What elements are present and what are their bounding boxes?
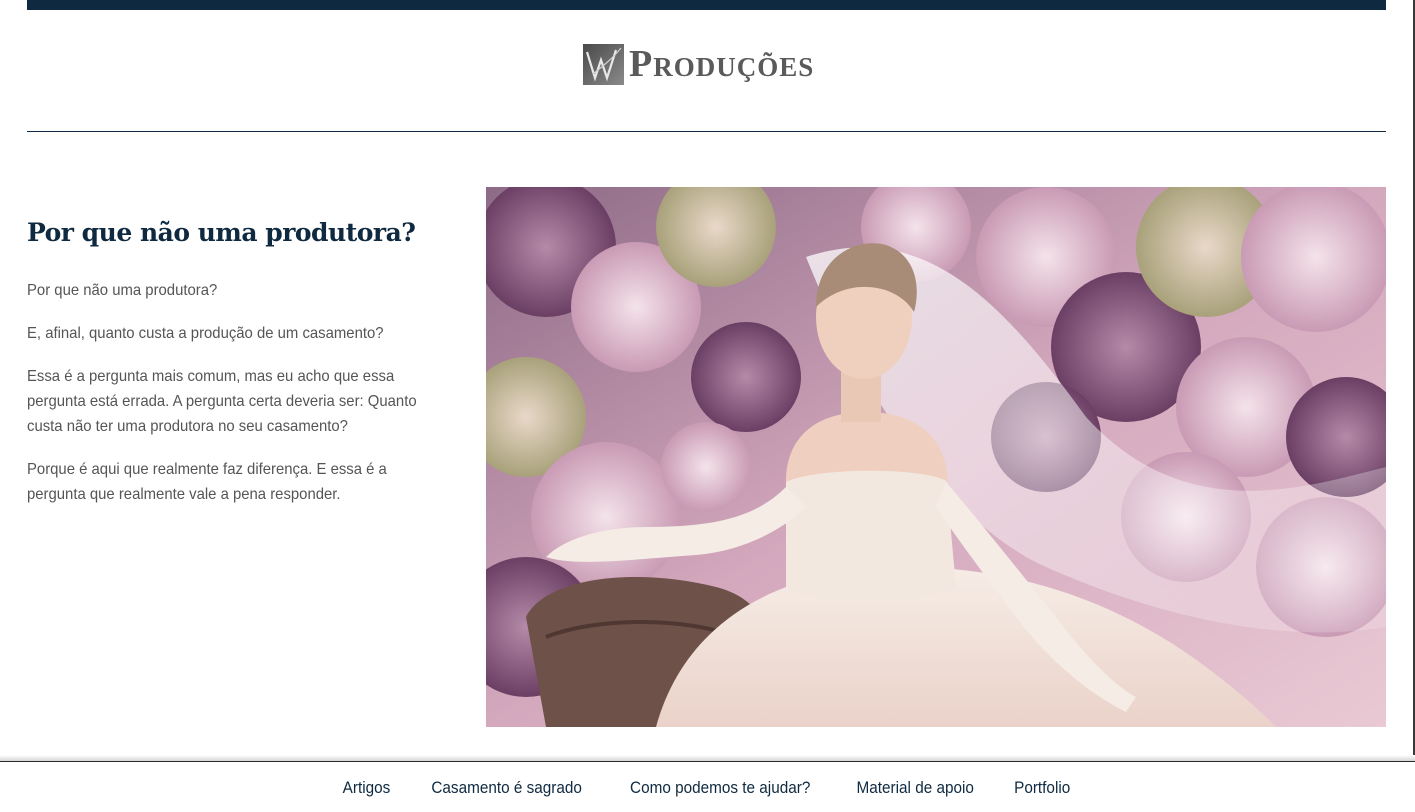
nav-link-portfolio[interactable]: Portfolio	[1000, 762, 1083, 812]
article-paragraph: E, afinal, quanto custa a produção de um…	[27, 325, 384, 342]
header-divider	[27, 131, 1386, 132]
w-monogram-icon	[583, 43, 624, 85]
nav-link-como-podemos-te-ajudar[interactable]: Como podemos te ajudar?	[617, 762, 824, 812]
article-paragraph: Por que não uma produtora?	[27, 282, 218, 299]
footer-nav: Artigos Casamento é sagrado Como podemos…	[0, 762, 1413, 812]
nav-link-material-de-apoio[interactable]: Material de apoio	[843, 762, 987, 812]
nav-link-artigos[interactable]: Artigos	[329, 762, 404, 812]
footer-nav-bar: Artigos Casamento é sagrado Como podemos…	[0, 761, 1415, 812]
article-paragraph: Essa é a pergunta mais comum, mas eu ach…	[27, 368, 417, 435]
nav-link-casamento-e-sagrado[interactable]: Casamento é sagrado	[418, 762, 596, 812]
top-accent-bar	[27, 0, 1386, 10]
logo-wordmark: Produções	[629, 43, 815, 85]
site-logo[interactable]: Produções	[583, 42, 814, 86]
article-body: Por que não uma produtora? E, afinal, qu…	[27, 278, 436, 525]
article-title: Por que não uma produtora?	[27, 218, 416, 247]
article-paragraph: Porque é aqui que realmente faz diferenç…	[27, 461, 387, 503]
hero-image	[486, 187, 1386, 727]
